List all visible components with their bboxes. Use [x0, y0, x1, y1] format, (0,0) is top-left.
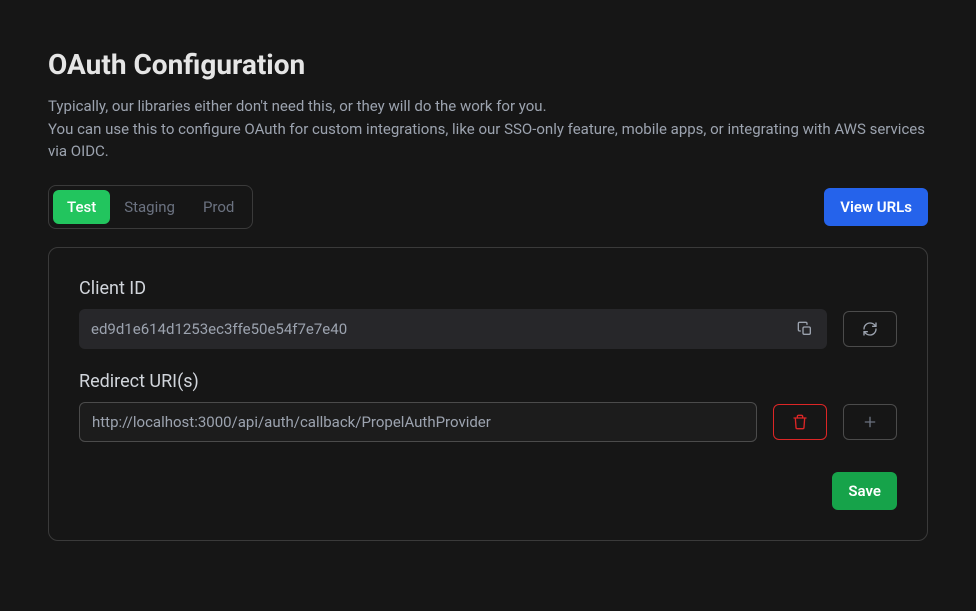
refresh-icon: [862, 321, 878, 337]
page-description-1: Typically, our libraries either don't ne…: [48, 95, 928, 118]
tab-staging[interactable]: Staging: [110, 190, 189, 224]
environment-tabs: Test Staging Prod: [48, 185, 253, 229]
tab-prod[interactable]: Prod: [189, 190, 248, 224]
view-urls-button[interactable]: View URLs: [824, 188, 928, 226]
client-id-label: Client ID: [79, 278, 897, 299]
redirect-uri-row: [79, 402, 897, 442]
client-id-row: ed9d1e614d1253ec3ffe50e54f7e7e40: [79, 309, 897, 349]
save-button[interactable]: Save: [832, 472, 897, 510]
page-title: OAuth Configuration: [48, 48, 928, 81]
page-description-2: You can use this to configure OAuth for …: [48, 118, 928, 163]
add-redirect-uri-button[interactable]: [843, 404, 897, 440]
save-row: Save: [79, 472, 897, 510]
delete-redirect-uri-button[interactable]: [773, 404, 827, 440]
client-id-value: ed9d1e614d1253ec3ffe50e54f7e7e40: [91, 320, 347, 338]
tab-test[interactable]: Test: [53, 190, 110, 224]
plus-icon: [862, 414, 878, 430]
trash-icon: [792, 414, 808, 430]
regenerate-client-id-button[interactable]: [843, 311, 897, 347]
copy-client-id-button[interactable]: [795, 319, 815, 339]
client-id-box: ed9d1e614d1253ec3ffe50e54f7e7e40: [79, 309, 827, 349]
copy-icon: [797, 321, 813, 337]
redirect-uri-label: Redirect URI(s): [79, 371, 897, 392]
controls-row: Test Staging Prod View URLs: [48, 185, 928, 229]
redirect-uri-input[interactable]: [79, 402, 757, 442]
oauth-config-card: Client ID ed9d1e614d1253ec3ffe50e54f7e7e…: [48, 247, 928, 541]
